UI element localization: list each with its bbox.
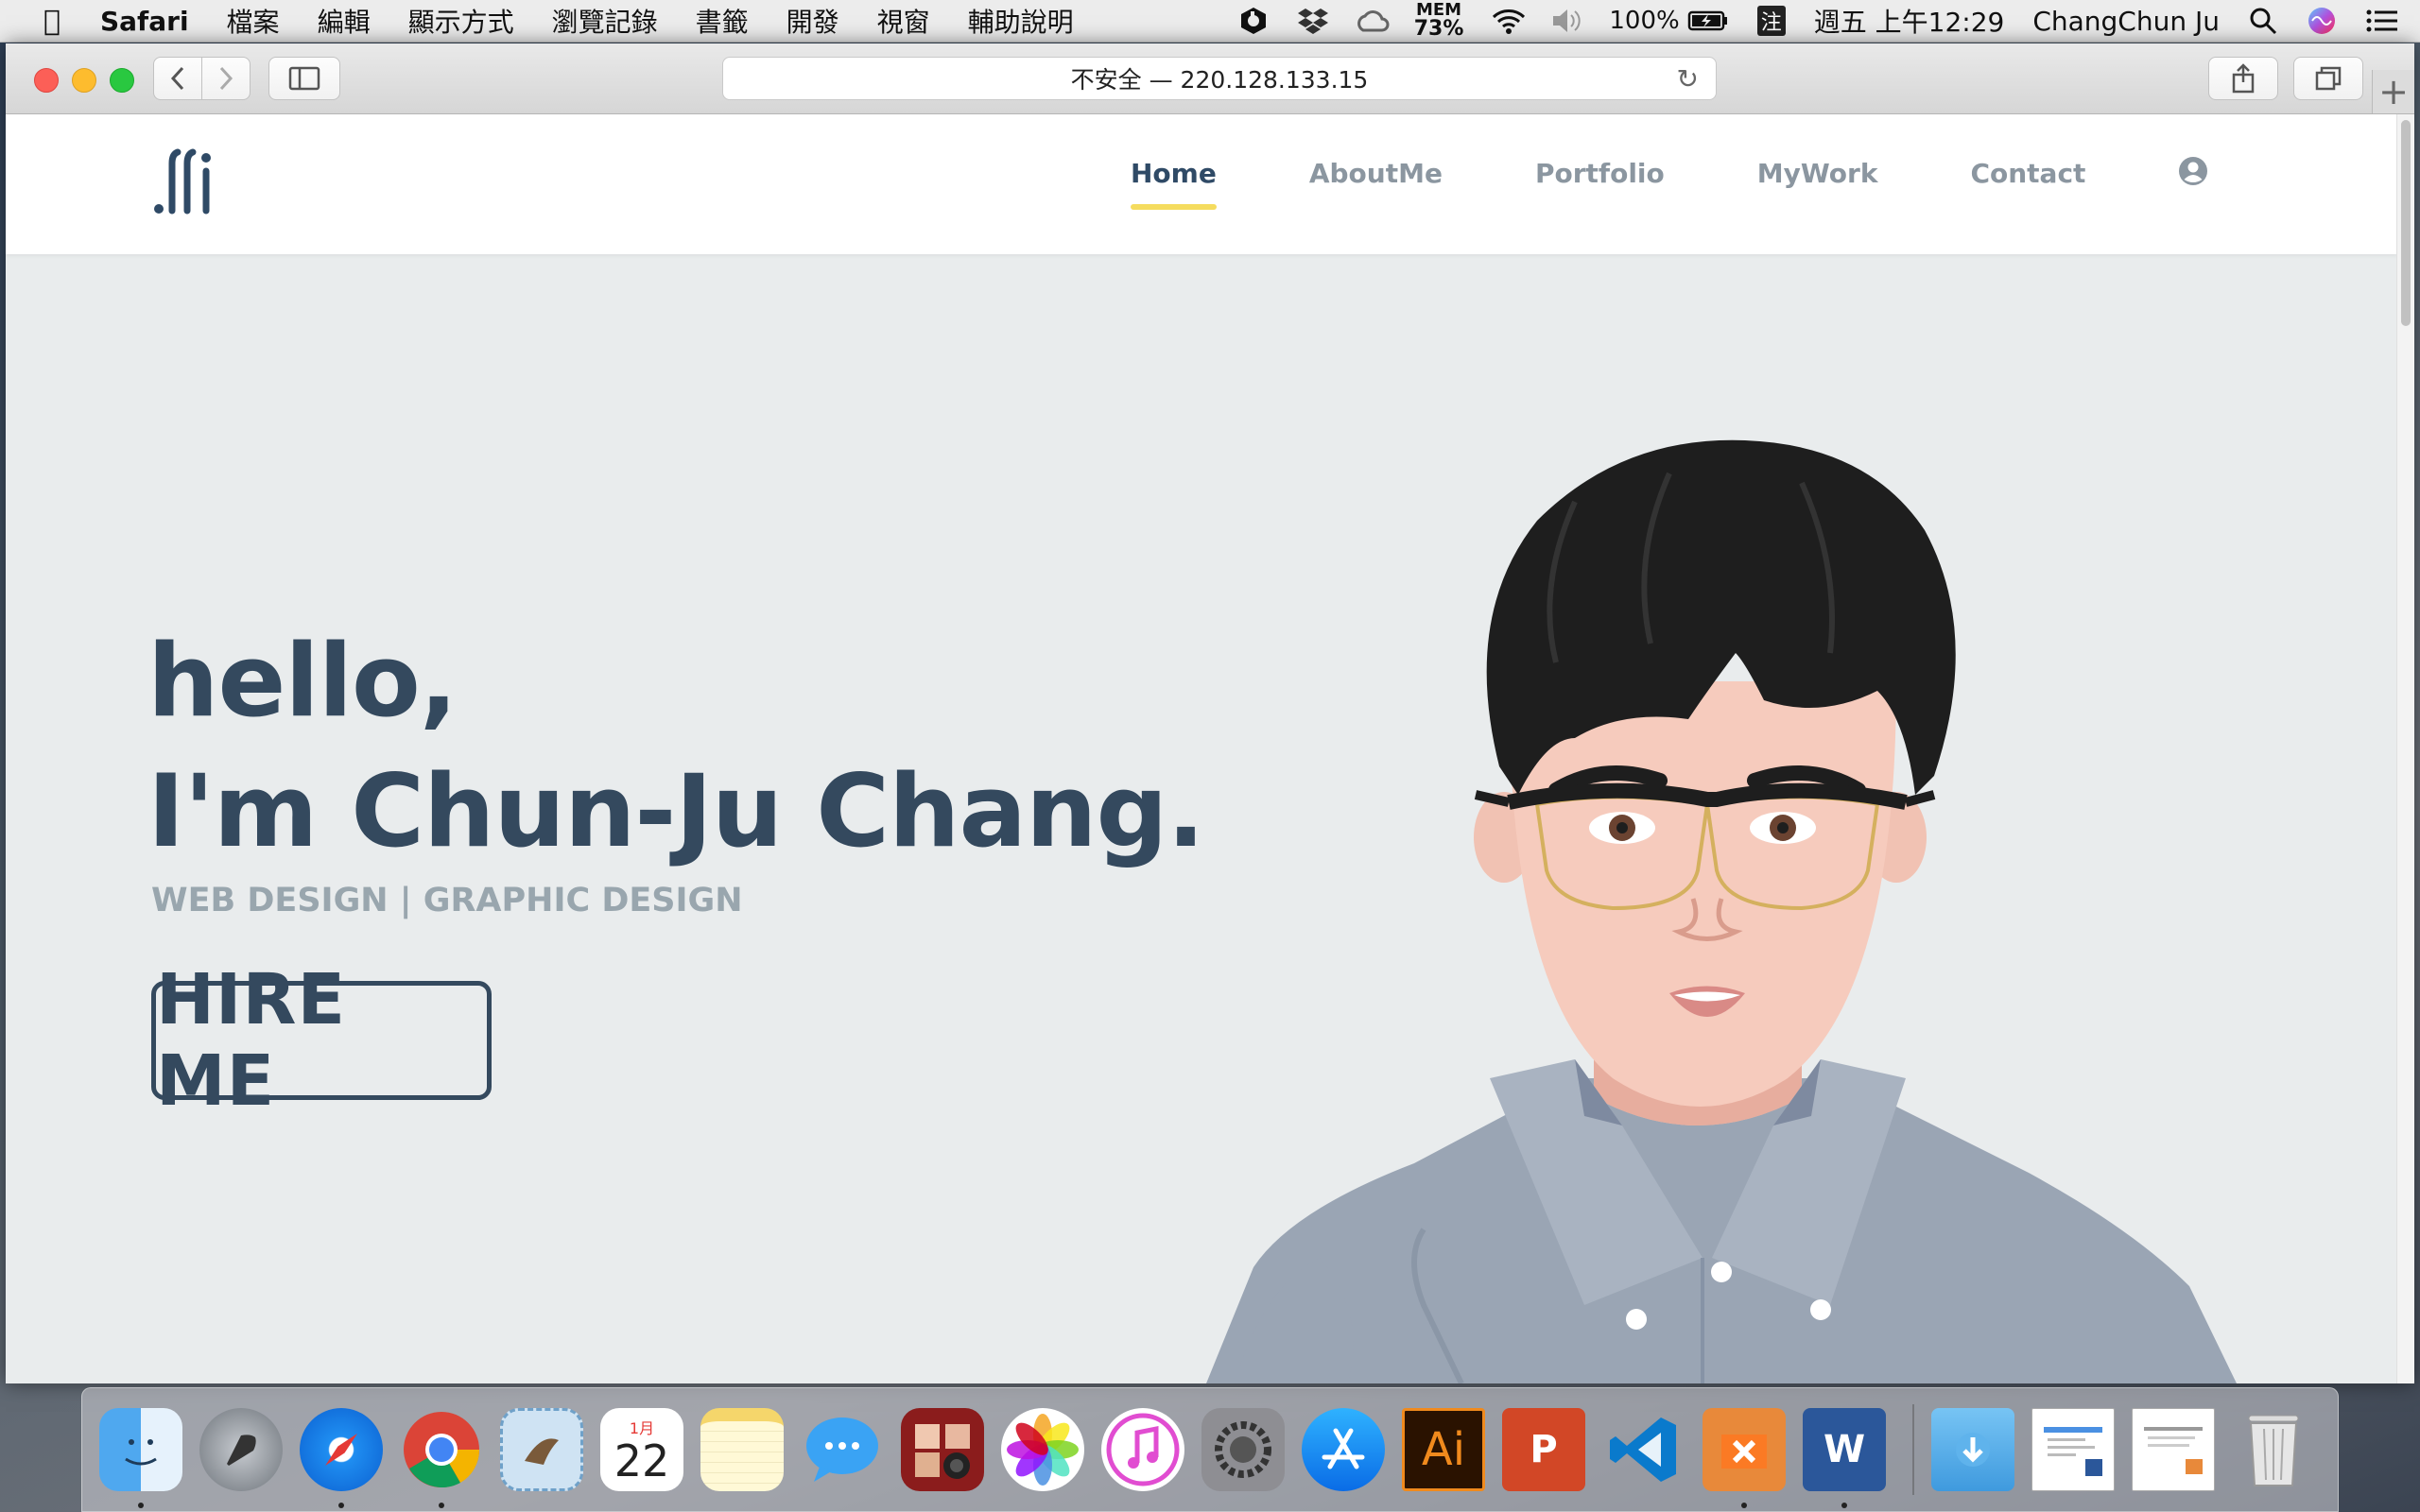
hexagon-status-icon[interactable] [1238, 6, 1269, 36]
recent-document-icon[interactable] [2132, 1408, 2215, 1491]
menu-bookmarks[interactable]: 書籤 [696, 2, 749, 40]
dropbox-icon[interactable] [1297, 6, 1328, 36]
battery-percent: 100% [1609, 7, 1680, 35]
document-stack-icon[interactable] [2031, 1408, 2115, 1491]
menu-edit[interactable]: 編輯 [318, 2, 371, 40]
menu-help[interactable]: 輔助說明 [968, 2, 1074, 40]
nav-home[interactable]: Home [1131, 158, 1217, 210]
scrollbar-thumb[interactable] [2401, 120, 2411, 326]
notes-icon[interactable] [700, 1408, 784, 1491]
menu-window[interactable]: 視窗 [877, 2, 930, 40]
safari-window: 不安全 — 220.128.133.15 ↻ + Home AboutMe Po… [6, 43, 2414, 1383]
powerpoint-icon[interactable]: P [1502, 1408, 1585, 1491]
nav-portfolio[interactable]: Portfolio [1535, 158, 1665, 189]
hero-name: I'm Chun-Ju Chang. [147, 753, 1205, 869]
back-button[interactable] [153, 57, 202, 100]
reload-icon[interactable]: ↻ [1677, 63, 1699, 94]
menu-view[interactable]: 顯示方式 [408, 2, 514, 40]
illustrator-icon[interactable]: Ai [1402, 1408, 1485, 1491]
hire-me-button[interactable]: HIRE ME [151, 959, 492, 1122]
memory-monitor[interactable]: MEM 73% [1414, 2, 1464, 40]
menu-app-name[interactable]: Safari [100, 6, 189, 37]
word-letter: W [1823, 1428, 1866, 1471]
address-text: 不安全 — 220.128.133.15 [1070, 66, 1369, 94]
menubar-clock[interactable]: 週五 上午12:29 [1814, 2, 2005, 40]
apple-menu-icon[interactable]:  [38, 5, 66, 38]
menu-bar:  Safari 檔案 編輯 顯示方式 瀏覽記錄 書籤 開發 視窗 輔助說明 M… [0, 0, 2420, 43]
menu-develop[interactable]: 開發 [786, 2, 839, 40]
calendar-day: 22 [614, 1435, 670, 1486]
zoom-window-button[interactable] [110, 68, 134, 93]
notification-center-icon[interactable] [2365, 6, 2397, 36]
site-nav-links: Home AboutMe Portfolio MyWork Contact [1131, 156, 2208, 210]
input-method-indicator[interactable]: 注 [1756, 6, 1786, 36]
portrait-illustration [1206, 439, 2237, 1383]
trash-icon[interactable] [2232, 1408, 2315, 1491]
wifi-icon[interactable] [1492, 6, 1526, 36]
spotlight-search-icon[interactable] [2248, 6, 2278, 36]
photos-icon[interactable] [1001, 1408, 1084, 1491]
site-navbar: Home AboutMe Portfolio MyWork Contact [6, 114, 2397, 254]
share-icon [2232, 63, 2255, 94]
hero-greeting: hello, [147, 623, 458, 739]
address-bar[interactable]: 不安全 — 220.128.133.15 ↻ [722, 57, 1717, 100]
system-preferences-icon[interactable] [1201, 1408, 1285, 1491]
memory-value: 73% [1413, 17, 1464, 41]
calendar-icon[interactable]: 1月 22 [600, 1408, 683, 1491]
share-button[interactable] [2208, 57, 2278, 100]
xampp-icon[interactable] [1703, 1408, 1786, 1508]
word-icon[interactable]: W [1803, 1408, 1886, 1508]
tabs-overview-icon [2315, 66, 2342, 91]
menu-file[interactable]: 檔案 [227, 2, 280, 40]
mail-icon[interactable] [500, 1408, 583, 1491]
nav-mywork[interactable]: MyWork [1757, 158, 1878, 189]
nav-contact[interactable]: Contact [1970, 158, 2085, 189]
powerpoint-letter: P [1530, 1428, 1558, 1471]
site-logo[interactable] [153, 143, 219, 218]
chrome-icon[interactable] [400, 1408, 483, 1508]
safari-app-icon[interactable] [300, 1408, 383, 1508]
dock-separator [1912, 1404, 1914, 1495]
messages-icon[interactable] [801, 1408, 884, 1491]
itunes-icon[interactable] [1101, 1408, 1184, 1491]
menubar-user[interactable]: ChangChun Ju [2032, 6, 2220, 37]
web-page: Home AboutMe Portfolio MyWork Contact he… [6, 114, 2397, 1383]
dock: 1月 22 Ai P W [81, 1387, 2339, 1512]
sidebar-toggle-button[interactable] [268, 57, 340, 100]
finder-icon[interactable] [99, 1408, 182, 1508]
photo-booth-icon[interactable] [901, 1408, 984, 1491]
vscode-icon[interactable] [1602, 1408, 1685, 1491]
browser-toolbar: 不安全 — 220.128.133.15 ↻ + [6, 43, 2414, 114]
siri-icon[interactable] [2307, 6, 2337, 36]
app-store-icon[interactable] [1302, 1408, 1385, 1491]
page-scrollbar[interactable] [2396, 114, 2414, 1383]
minimize-window-button[interactable] [72, 68, 96, 93]
menu-history[interactable]: 瀏覽記錄 [552, 2, 658, 40]
close-window-button[interactable] [34, 68, 59, 93]
launchpad-icon[interactable] [199, 1408, 283, 1491]
user-account-icon[interactable] [2178, 156, 2208, 186]
show-tabs-button[interactable] [2293, 57, 2363, 100]
nav-aboutme[interactable]: AboutMe [1309, 158, 1443, 189]
chevron-left-icon [170, 66, 184, 91]
chevron-right-icon [219, 66, 233, 91]
sidebar-icon [288, 66, 320, 91]
battery-icon[interactable] [1687, 6, 1729, 36]
forward-button[interactable] [201, 57, 251, 100]
volume-icon[interactable] [1550, 6, 1582, 36]
downloads-folder-icon[interactable] [1931, 1408, 2014, 1491]
new-tab-button[interactable]: + [2372, 70, 2414, 113]
hero-subtitle: WEB DESIGN | GRAPHIC DESIGN [151, 882, 743, 919]
creative-cloud-icon[interactable] [1356, 6, 1390, 36]
